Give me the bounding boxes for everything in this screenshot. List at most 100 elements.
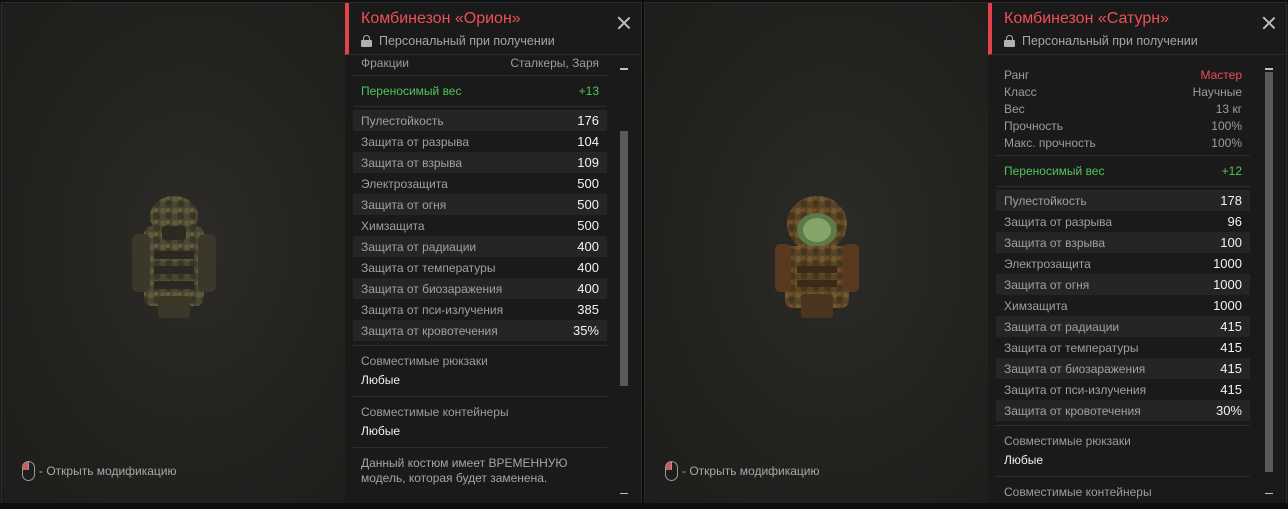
stat-value: 35%	[572, 323, 599, 338]
suit-orion-image	[132, 196, 216, 318]
stat-value: 415	[1220, 319, 1242, 334]
stat-value: 109	[577, 155, 599, 170]
stat-row: Электрозащита 1000	[996, 253, 1250, 274]
info-panel-saturn: Комбинезон «Сатурн» Персональный при пол…	[988, 3, 1286, 504]
close-icon[interactable]	[617, 16, 631, 30]
stat-row: Защита от радиации 400	[353, 236, 607, 257]
stat-value: 178	[1220, 193, 1242, 208]
info-label: Вес	[1004, 101, 1025, 116]
general-info-section: Ранг Мастер Класс Научные Вес 13 кг Прочнос…	[996, 56, 1250, 156]
stat-label: Защита от температуры	[361, 260, 496, 275]
stat-value: 415	[1220, 340, 1242, 355]
containers-label: Совместимые контейнеры	[361, 405, 509, 419]
stat-row: Пулестойкость 178	[996, 190, 1250, 211]
info-value: 13 кг	[1215, 101, 1242, 116]
stat-label: Электрозащита	[1004, 256, 1091, 271]
stat-value: 100	[1220, 235, 1242, 250]
carry-weight-label: Переносимый вес	[361, 84, 462, 98]
open-mod-hint[interactable]: - Открыть модификацию	[665, 461, 820, 481]
stat-value: 104	[577, 134, 599, 149]
stat-row: Защита от взрыва 100	[996, 232, 1250, 253]
scrollbar[interactable]	[1264, 56, 1274, 504]
item-card-orion: - Открыть модификацию Комбинезон «Орион»…	[1, 2, 642, 505]
stat-label: Химзащита	[361, 218, 425, 233]
stat-row: Защита от разрыва 104	[353, 131, 607, 152]
close-icon[interactable]	[1262, 16, 1276, 30]
stat-value: 415	[1220, 361, 1242, 376]
stat-label: Защита от разрыва	[1004, 214, 1113, 229]
stat-row: Защита от огня 1000	[996, 274, 1250, 295]
scroll-bottom-mark	[1265, 492, 1273, 494]
stat-label: Защита от кровотечения	[361, 323, 498, 338]
stat-label: Защита от огня	[361, 197, 447, 212]
stat-row: Защита от кровотечения 35%	[353, 320, 607, 341]
backpacks-label: Совместимые рюкзаки	[1004, 434, 1131, 448]
stat-label: Защита от температуры	[1004, 340, 1139, 355]
stat-value: 415	[1220, 382, 1242, 397]
info-label: Макс. прочность	[1004, 135, 1096, 150]
containers-block: Совместимые контейнеры	[996, 477, 1250, 504]
stat-row: Защита от температуры 415	[996, 337, 1250, 358]
item-preview-saturn[interactable]: - Открыть модификацию	[645, 3, 988, 504]
backpacks-block: Совместимые рюкзаки Любые	[353, 346, 607, 397]
stat-label: Защита от радиации	[1004, 319, 1120, 334]
stat-row: Защита от температуры 400	[353, 257, 607, 278]
stat-row: Защита от взрыва 109	[353, 152, 607, 173]
info-value: 100%	[1211, 118, 1242, 133]
stat-value: 1000	[1213, 277, 1242, 292]
backpacks-value: Любые	[1004, 453, 1044, 467]
info-panel-orion: Комбинезон «Орион» Персональный при полу…	[345, 3, 641, 504]
stat-value: 500	[577, 218, 599, 233]
scroll-top-mark	[620, 68, 628, 70]
open-mod-hint[interactable]: - Открыть модификацию	[22, 461, 177, 481]
item-title: Комбинезон «Сатурн»	[1004, 10, 1169, 27]
stat-value: 176	[577, 113, 599, 128]
stat-row: Защита от биозаражения 415	[996, 358, 1250, 379]
scroll-thumb[interactable]	[1265, 72, 1273, 472]
factions-row: Фракции Сталкеры, Заря	[353, 56, 607, 71]
containers-label: Совместимые контейнеры	[1004, 485, 1152, 499]
stat-label: Пулестойкость	[1004, 193, 1087, 208]
factions-section: Фракции Сталкеры, Заря	[353, 56, 607, 76]
stat-row: Пулестойкость 176	[353, 110, 607, 131]
item-preview-orion[interactable]: - Открыть модификацию	[2, 3, 345, 504]
scroll-thumb[interactable]	[620, 131, 628, 386]
temporary-model-note: Данный костюм имеет ВРЕМЕННУЮ модель, ко…	[361, 456, 568, 485]
stat-label: Защита от взрыва	[361, 155, 463, 170]
mouse-icon	[665, 461, 678, 481]
open-mod-label: - Открыть модификацию	[682, 464, 820, 478]
bottom-strip	[0, 503, 1288, 509]
factions-value: Сталкеры, Заря	[510, 56, 599, 70]
stat-value: 500	[577, 197, 599, 212]
stat-row: Защита от радиации 415	[996, 316, 1250, 337]
scrollbar[interactable]	[619, 56, 629, 504]
info-value: 100%	[1211, 135, 1242, 150]
info-label: Класс	[1004, 84, 1037, 99]
stat-label: Защита от радиации	[361, 239, 477, 254]
info-row-max-durability: Макс. прочность 100%	[996, 134, 1250, 151]
stat-value: 96	[1227, 214, 1242, 229]
stat-label: Химзащита	[1004, 298, 1068, 313]
stat-label: Защита от пси-излучения	[361, 302, 504, 317]
stat-row: Химзащита 500	[353, 215, 607, 236]
lock-icon	[1004, 35, 1015, 47]
backpacks-value: Любые	[361, 373, 401, 387]
stat-value: 1000	[1213, 298, 1242, 313]
info-row-durability: Прочность 100%	[996, 117, 1250, 134]
info-row-rank: Ранг Мастер	[996, 66, 1250, 83]
item-subtitle: Персональный при получении	[1004, 34, 1198, 48]
info-scroll-area[interactable]: Ранг Мастер Класс Научные Вес 13 кг Прочнос…	[996, 56, 1250, 504]
info-value: Научные	[1192, 84, 1242, 99]
stat-row: Защита от кровотечения 30%	[996, 400, 1250, 421]
info-scroll-area[interactable]: Фракции Сталкеры, Заря Переносимый вес +…	[353, 56, 607, 504]
stat-value: 385	[577, 302, 599, 317]
stat-label: Защита от взрыва	[1004, 235, 1106, 250]
binding-label: Персональный при получении	[1022, 34, 1198, 48]
binding-label: Персональный при получении	[379, 34, 555, 48]
scroll-top-mark	[1265, 68, 1273, 70]
carry-weight-value: +12	[1221, 164, 1242, 178]
stat-label: Пулестойкость	[361, 113, 444, 128]
mouse-icon	[22, 461, 35, 481]
stat-value: 1000	[1213, 256, 1242, 271]
carry-weight-row: Переносимый вес +13	[353, 76, 607, 107]
